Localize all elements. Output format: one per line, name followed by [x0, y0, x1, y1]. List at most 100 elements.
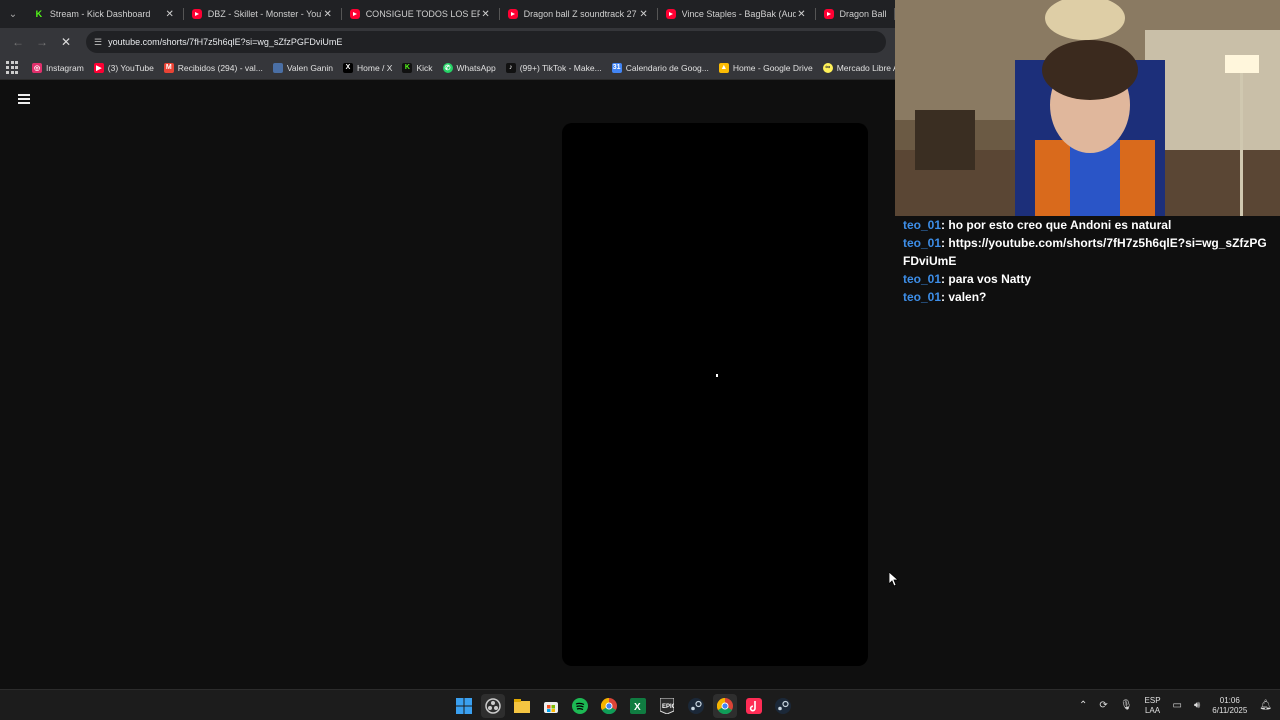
steam-icon[interactable] — [684, 694, 708, 718]
bookmark-x[interactable]: X Home / X — [343, 62, 393, 73]
stream-chat: teo_01: ho por esto creo que Andoni es n… — [895, 216, 1280, 689]
kick-icon: K — [35, 9, 43, 19]
chat-text: para vos Natty — [948, 272, 1032, 286]
back-arrow-icon[interactable]: ← — [6, 30, 30, 54]
tab-title: DBZ - Skillet - Monster - YouTube — [207, 9, 322, 19]
site-settings-icon[interactable]: ☰ — [94, 37, 102, 48]
kick-icon: K — [402, 62, 413, 73]
file-explorer-icon[interactable] — [510, 694, 534, 718]
browser-toolbar: ← → ✕ ☰ youtube.com/shorts/7fH7z5h6qlE?s… — [0, 28, 895, 56]
youtube-shorts-page — [0, 80, 895, 689]
svg-text:EPIC: EPIC — [662, 704, 674, 710]
chat-username: teo_01 — [903, 290, 942, 304]
bookmark-youtube[interactable]: ▶ (3) YouTube — [93, 62, 154, 73]
bookmark-label: Recibidos (294) - val... — [177, 62, 263, 73]
tab-title: Dragon Ball Z K — [839, 9, 888, 19]
notifications-icon[interactable]: 🔔︎ — [1259, 700, 1272, 711]
tab-kick-dashboard[interactable]: K Stream - Kick Dashboard ✕ — [26, 0, 184, 28]
tab-dragon-ball-soundtrack[interactable]: Dragon ball Z soundtrack 27 - YouTube ✕ — [500, 0, 658, 28]
clock-time: 01:06 — [1219, 695, 1240, 705]
language-code: ESP — [1144, 695, 1161, 705]
tab-dragon-ball-z-k[interactable]: Dragon Ball Z K — [816, 0, 896, 28]
epic-games-icon[interactable]: EPIC — [655, 694, 679, 718]
tab-vince-staples[interactable]: Vince Staples - BagBak (Audio) ✕ — [658, 0, 816, 28]
bookmark-gmail[interactable]: M Recibidos (294) - val... — [163, 62, 263, 73]
excel-icon[interactable]: X — [626, 694, 650, 718]
bookmark-google-drive[interactable]: ▲ Home - Google Drive — [718, 62, 813, 73]
browser-window: ⌄ K Stream - Kick Dashboard ✕ DBZ - Skil… — [0, 0, 918, 689]
steam-icon[interactable] — [771, 694, 795, 718]
clock[interactable]: 01:06 6/11/2025 — [1212, 696, 1247, 716]
bookmark-tiktok[interactable]: ♪ (99+) TikTok - Make... — [505, 62, 602, 73]
bookmark-label: (99+) TikTok - Make... — [519, 62, 602, 73]
mercadolibre-icon: ∞ — [822, 62, 833, 73]
close-icon[interactable]: ✕ — [480, 9, 492, 20]
microphone-icon[interactable]: 🎙︎ — [1120, 700, 1133, 711]
loading-spinner-icon — [716, 374, 718, 377]
bookmarks-bar: ◎ Instagram ▶ (3) YouTube M Recibidos (294)… — [0, 56, 918, 80]
sync-icon[interactable]: ⟳ — [1099, 700, 1107, 711]
tab-consigue[interactable]: CONSIGUE TODOS LOS EPISODIOS ✕ — [342, 0, 500, 28]
language-indicator[interactable]: ESP LAA — [1145, 696, 1161, 716]
bookmark-valen-ganin[interactable]: Valen Ganin — [272, 62, 333, 73]
clock-date: 6/11/2025 — [1212, 705, 1248, 715]
menu-icon[interactable] — [18, 94, 30, 104]
chat-separator: : — [941, 290, 946, 304]
bookmark-whatsapp[interactable]: ✆ WhatsApp — [442, 62, 496, 73]
tiktok-icon[interactable] — [742, 694, 766, 718]
x-icon: X — [343, 62, 353, 73]
shorts-video-player[interactable] — [562, 123, 868, 666]
taskbar-apps: X EPIC — [452, 694, 800, 718]
youtube-icon — [349, 9, 360, 19]
tiktok-icon: ♪ — [505, 62, 516, 73]
bookmark-kick[interactable]: K Kick — [402, 62, 433, 73]
gmail-icon: M — [163, 62, 174, 73]
tab-title: Stream - Kick Dashboard — [49, 9, 151, 19]
bookmark-label: Home / X — [357, 62, 393, 73]
close-icon[interactable]: ✕ — [796, 9, 808, 20]
tab-title: CONSIGUE TODOS LOS EPISODIOS — [365, 9, 480, 19]
youtube-icon: ▶ — [93, 62, 104, 73]
close-icon[interactable]: ✕ — [164, 9, 176, 20]
tab-title: Dragon ball Z soundtrack 27 - YouTube — [523, 9, 638, 19]
chat-message: teo_01: valen? — [903, 288, 1272, 306]
bookmark-label: Instagram — [46, 62, 84, 73]
windows-start-icon[interactable] — [452, 694, 476, 718]
instagram-icon: ◎ — [32, 62, 42, 73]
chrome-icon[interactable] — [597, 694, 621, 718]
chat-separator: : — [941, 272, 946, 286]
bookmark-label: Home - Google Drive — [732, 62, 813, 73]
spotify-icon[interactable] — [568, 694, 592, 718]
forward-arrow-icon[interactable]: → — [30, 30, 54, 54]
calendar-icon: 31 — [611, 62, 622, 73]
apps-grid-icon[interactable] — [6, 60, 18, 75]
bookmark-calendar[interactable]: 31 Calendario de Goog... — [611, 62, 709, 73]
address-bar[interactable]: ☰ youtube.com/shorts/7fH7z5h6qlE?si=wg_s… — [86, 31, 886, 53]
chat-message: teo_01: para vos Natty — [903, 270, 1272, 288]
svg-text:X: X — [634, 702, 641, 713]
chevron-up-icon[interactable]: ⌃ — [1079, 700, 1087, 711]
chat-text: ho por esto creo que Andoni es natural — [948, 218, 1172, 232]
webcam-image — [895, 0, 1280, 216]
obs-icon[interactable] — [481, 694, 505, 718]
stop-loading-icon[interactable]: ✕ — [54, 30, 78, 54]
close-icon[interactable]: ✕ — [638, 9, 650, 20]
valen-icon — [272, 62, 283, 73]
keyboard-layout: LAA — [1144, 705, 1161, 715]
whatsapp-icon: ✆ — [442, 62, 453, 73]
url-text: youtube.com/shorts/7fH7z5h6qlE?si=wg_sZf… — [108, 37, 343, 47]
youtube-icon — [191, 9, 202, 19]
windows-taskbar: X EPIC ⌃ ⟳ 🎙︎ ESP LAA ▭ 🔊︎ 01:06 6/11/20… — [0, 689, 1280, 720]
network-icon[interactable]: ▭ — [1173, 700, 1182, 711]
tab-dbz-skillet[interactable]: DBZ - Skillet - Monster - YouTube ✕ — [184, 0, 342, 28]
bookmark-label: WhatsApp — [456, 62, 496, 73]
bookmark-label: Calendario de Goog... — [625, 62, 709, 73]
drive-icon: ▲ — [718, 62, 729, 73]
ms-store-icon[interactable] — [539, 694, 563, 718]
youtube-icon — [507, 9, 518, 19]
bookmark-instagram[interactable]: ◎ Instagram — [32, 62, 84, 73]
tab-search-dropdown[interactable]: ⌄ — [0, 0, 26, 28]
close-icon[interactable]: ✕ — [322, 9, 334, 20]
chrome-icon[interactable] — [713, 694, 737, 718]
volume-icon[interactable]: 🔊︎ — [1194, 700, 1200, 711]
